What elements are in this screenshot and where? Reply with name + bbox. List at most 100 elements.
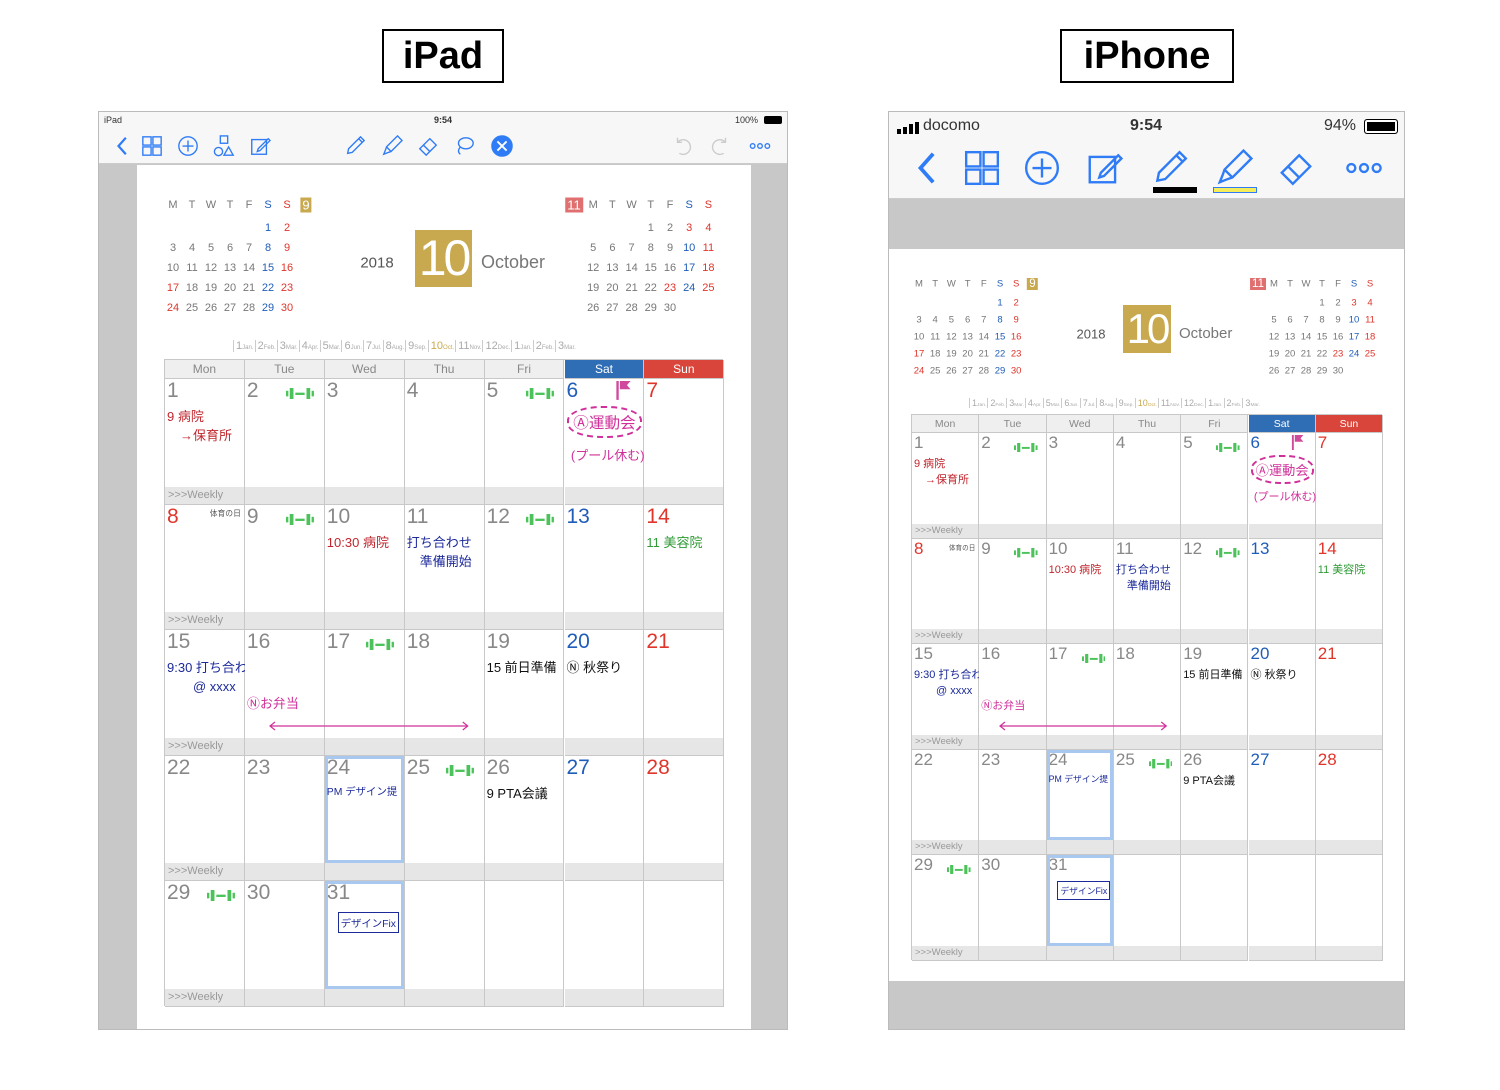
day-cell[interactable]: 27	[1248, 749, 1316, 856]
day-cell[interactable]: 4	[404, 379, 485, 505]
month-strip-item[interactable]: 7Jul.	[363, 340, 383, 352]
more-icon[interactable]	[1345, 149, 1383, 187]
month-strip-item[interactable]: 1Jan.	[1205, 398, 1224, 408]
month-strip-item[interactable]: 11Nov.	[455, 340, 483, 352]
month-strip-item[interactable]: 2Feb.	[1223, 398, 1243, 408]
month-strip-item[interactable]: 12Dec.	[1180, 398, 1206, 408]
day-cell[interactable]: 23	[979, 749, 1047, 856]
month-strip-item[interactable]: 1Jan.	[233, 340, 255, 352]
month-strip-item[interactable]: 1Jan.	[969, 398, 988, 408]
add-icon[interactable]	[177, 135, 199, 157]
weekly-link[interactable]: >>>Weekly	[912, 734, 979, 749]
day-cell[interactable]: 17	[1046, 644, 1114, 750]
day-cell[interactable]: 25	[1113, 749, 1182, 856]
empty-cell[interactable]	[1248, 855, 1316, 961]
day-cell[interactable]: 16 Ⓝお弁当	[979, 644, 1047, 750]
day-cell[interactable]: 30	[244, 881, 325, 1007]
weekly-link[interactable]: >>>Weekly	[165, 486, 244, 504]
day-cell[interactable]: >>>Weekly 8 体育の日	[912, 538, 980, 645]
month-strip-item[interactable]: 12Dec.	[482, 340, 512, 352]
day-cell[interactable]: 28	[1315, 749, 1384, 856]
month-strip-item[interactable]: 5Mar.	[1042, 398, 1062, 408]
empty-cell[interactable]	[1181, 855, 1249, 961]
day-cell[interactable]: 21	[644, 630, 725, 756]
empty-cell[interactable]	[564, 881, 645, 1007]
shapes-icon[interactable]	[213, 135, 235, 157]
day-cell[interactable]: 2	[244, 379, 325, 505]
empty-cell[interactable]	[644, 881, 725, 1007]
month-strip-item[interactable]: 7Jul.	[1079, 398, 1097, 408]
day-cell[interactable]: 11 打ち合わせ 準備開始	[404, 504, 485, 630]
day-cell[interactable]: 26 9 PTA会議	[1181, 749, 1249, 856]
month-strip-item[interactable]: 6Jun.	[341, 340, 364, 352]
day-cell[interactable]: >>>Weekly 29	[912, 855, 980, 961]
back-icon[interactable]	[113, 135, 135, 157]
eraser-icon[interactable]	[1277, 149, 1315, 187]
day-cell[interactable]: >>>Weekly 8 体育の日	[165, 504, 245, 630]
day-cell[interactable]: 20 Ⓝ 秋祭り	[1248, 644, 1316, 750]
highlighter-icon[interactable]	[381, 134, 404, 157]
day-cell[interactable]: 20 Ⓝ 秋祭り	[564, 630, 645, 756]
day-cell[interactable]: 27	[564, 755, 645, 881]
day-cell[interactable]: 10 10:30 病院	[1046, 538, 1114, 645]
day-cell[interactable]: 3	[324, 379, 405, 505]
month-strip-item[interactable]: 10Oct.	[427, 340, 456, 352]
day-cell[interactable]: 2	[979, 433, 1047, 539]
weekly-link[interactable]: >>>Weekly	[912, 840, 979, 855]
day-cell[interactable]: >>>Weekly 22	[165, 755, 245, 881]
pen-icon[interactable]	[344, 135, 366, 157]
highlighter-icon[interactable]	[1215, 148, 1254, 187]
month-strip-item[interactable]: 3Mar.	[1242, 398, 1262, 408]
month-strip-item[interactable]: 8Aug.	[382, 340, 406, 352]
month-strip-item[interactable]: 3Mar.	[554, 340, 577, 352]
day-cell[interactable]: 28	[644, 755, 725, 881]
day-cell[interactable]: 26 9 PTA会議	[484, 755, 565, 881]
day-cell[interactable]: 12	[1181, 538, 1249, 645]
month-strip-item[interactable]: 3Mar.	[276, 340, 299, 352]
weekly-link[interactable]: >>>Weekly	[912, 629, 979, 644]
day-cell[interactable]: 18	[1113, 644, 1182, 750]
add-icon[interactable]	[1023, 149, 1061, 187]
day-cell[interactable]: 19 15 前日準備	[1181, 644, 1249, 750]
month-strip-item[interactable]: 5Mar.	[319, 340, 342, 352]
day-cell[interactable]: 17	[324, 630, 405, 756]
day-cell[interactable]: 25	[404, 755, 485, 881]
day-cell[interactable]: 4	[1113, 433, 1182, 539]
day-cell[interactable]: >>>Weekly 15 9:30 打ち合わせ @ xxxx	[912, 644, 993, 750]
month-strip-item[interactable]: 11Nov.	[1157, 398, 1181, 408]
day-cell[interactable]: 21	[1315, 644, 1384, 750]
day-cell[interactable]: 6 Ⓐ運動会 (プール休む)	[1248, 433, 1316, 539]
weekly-link[interactable]: >>>Weekly	[165, 863, 244, 880]
month-strip-item[interactable]: 2Feb.	[254, 340, 277, 352]
day-cell[interactable]: 16 Ⓝお弁当	[244, 630, 325, 756]
weekly-link[interactable]: >>>Weekly	[165, 737, 244, 755]
day-cell[interactable]: 10 10:30 病院	[324, 504, 405, 630]
grid-icon[interactable]	[963, 149, 1001, 187]
day-cell[interactable]: 6 Ⓐ運動会 (プール休む)	[564, 379, 645, 505]
undo-icon[interactable]	[672, 135, 694, 157]
edit-icon[interactable]	[1085, 149, 1124, 187]
month-strip-item[interactable]: 2Feb.	[532, 340, 555, 352]
more-icon[interactable]	[749, 135, 771, 157]
month-strip-item[interactable]: 9Sep.	[1115, 398, 1135, 408]
day-cell[interactable]: 19 15 前日準備	[484, 630, 565, 756]
redo-icon[interactable]	[709, 135, 731, 157]
day-cell[interactable]: 24 PM デザイン提	[1046, 749, 1114, 856]
back-icon[interactable]	[911, 149, 949, 187]
day-cell[interactable]: >>>Weekly 1 9 病院 →保育所	[912, 433, 980, 539]
weekly-link[interactable]: >>>Weekly	[165, 988, 244, 1006]
day-cell[interactable]: 5	[484, 379, 565, 505]
day-cell[interactable]: 14 11 美容院	[644, 504, 725, 630]
empty-cell[interactable]	[1113, 855, 1182, 961]
month-strip-item[interactable]: 4Apr.	[1024, 398, 1043, 408]
month-strip-item[interactable]: 4Apr.	[298, 340, 320, 352]
day-cell[interactable]: >>>Weekly 29	[165, 881, 245, 1007]
empty-cell[interactable]	[404, 881, 485, 1007]
day-cell[interactable]: 9	[979, 538, 1047, 645]
month-strip-item[interactable]: 1Jan.	[511, 340, 533, 352]
day-cell[interactable]: 12	[484, 504, 565, 630]
close-icon[interactable]	[491, 135, 513, 157]
weekly-link[interactable]: >>>Weekly	[912, 523, 979, 538]
day-cell[interactable]: 18	[404, 630, 485, 756]
day-cell[interactable]: 13	[564, 504, 645, 630]
